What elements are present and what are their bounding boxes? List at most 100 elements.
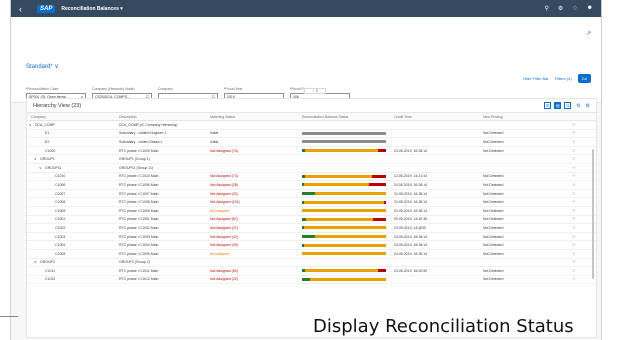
table-row[interactable]: C1008 RTC phase I C1008 Main Not Assigned …: [27, 198, 596, 207]
cell-cutoff-time: 24.05.2019, 14:@35: [394, 225, 426, 230]
cell-description: RTC phase I C1002 Main: [119, 225, 159, 230]
table-row[interactable]: C1002 RTC phase I C1002 Main Not Assigned …: [27, 224, 596, 233]
table-row[interactable]: C1005 RTC phase I C1005 Main All Assigned 2…: [27, 250, 596, 259]
hide-filter-bar-link[interactable]: Hide Filter Bar: [523, 76, 549, 81]
search-icon[interactable]: ⚲: [544, 5, 548, 12]
table-row[interactable]: C1009 RTC phase I C1009 Main All Assigned 2…: [27, 207, 596, 216]
list-view-icon[interactable]: ☷: [564, 102, 572, 109]
status-bar-segment: [377, 149, 386, 153]
cell-matching-status[interactable]: Not Assigned (47): [210, 226, 302, 230]
settings-icon[interactable]: ⚙: [586, 103, 590, 109]
cell-matching-status[interactable]: Not Assigned (50): [210, 269, 302, 273]
navigation-chevron-icon[interactable]: ›: [573, 148, 583, 154]
collapse-header-button[interactable]: ⌃ ⚲: [304, 88, 326, 94]
expand-icon[interactable]: ∨: [34, 157, 37, 161]
cell-matching-status[interactable]: Not Assigned (22): [210, 277, 302, 281]
variant-selector[interactable]: Standard* ∨: [26, 63, 59, 70]
back-icon[interactable]: ‹: [19, 4, 33, 14]
navigation-chevron-icon[interactable]: ›: [573, 268, 583, 274]
status-bar-segment: [302, 252, 386, 256]
navigation-chevron-icon[interactable]: ›: [573, 259, 583, 265]
cell-new-posting: Not Detected: [483, 251, 504, 256]
cell-company: C1005: [27, 250, 119, 258]
cell-matching-status[interactable]: Not Assigned (39): [210, 243, 302, 247]
navigation-chevron-icon[interactable]: ›: [573, 139, 583, 145]
cell-matching-status[interactable]: Not Assigned (87): [210, 217, 302, 221]
notification-icon[interactable]: ♢: [572, 5, 577, 12]
navigation-chevron-icon[interactable]: ›: [573, 173, 583, 179]
table-row[interactable]: C1012 RTC phase I C1012 Main Not Assigned …: [27, 276, 596, 285]
table-row[interactable]: E1 Subsidiary - United Kingdom 1 Initial No…: [27, 130, 596, 139]
table-row[interactable]: C1001 RTC phase I C1001 Main Not Assigned …: [27, 216, 596, 225]
settings-icon[interactable]: ⚙: [558, 5, 563, 12]
cell-description: RTC phase I C1005 Main: [119, 251, 159, 256]
cell-matching-status[interactable]: Not Assigned (73): [210, 174, 302, 178]
column-header-description[interactable]: Description: [119, 115, 210, 119]
table-row[interactable]: E2 Subsidiary - United States 1 Initial Not…: [27, 138, 596, 147]
table-row[interactable]: ∨ DCA_COMP DCA_COMP (IC Company Hierarchy)…: [27, 121, 596, 130]
column-header-company[interactable]: Company: [27, 113, 119, 120]
navigation-chevron-icon[interactable]: ›: [573, 216, 583, 222]
cell-description: RTC phase I C1001 Main: [119, 217, 159, 222]
table-row[interactable]: ∨ GROUP11 GROUP11 (Group 11) ›: [27, 164, 596, 173]
cell-description: RTC phase I C1004 Main: [119, 243, 159, 248]
navigation-chevron-icon[interactable]: ›: [573, 191, 583, 197]
cell-matching-status[interactable]: All Assigned: [210, 252, 302, 256]
navigation-chevron-icon[interactable]: ›: [573, 122, 583, 128]
cell-matching-status[interactable]: Not Assigned (101): [210, 200, 302, 204]
column-header-new-posting[interactable]: New Posting: [483, 115, 573, 119]
navigation-chevron-icon[interactable]: ›: [573, 242, 583, 248]
navigation-chevron-icon[interactable]: ›: [573, 208, 583, 214]
navigation-chevron-icon[interactable]: ›: [573, 130, 583, 136]
table-row[interactable]: C1007 RTC phase I C1007 Main Not Assigned …: [27, 190, 596, 199]
table-row[interactable]: C1011 RTC phase I C1011 Main Not Assigned …: [27, 267, 596, 276]
column-header-balance-status[interactable]: Reconciliation Balance Status: [302, 115, 394, 119]
navigation-chevron-icon[interactable]: ›: [573, 182, 583, 188]
column-header-cutoff-time[interactable]: Cutoff Time: [394, 115, 483, 119]
cell-balance-status: [302, 123, 394, 126]
expand-icon[interactable]: ∨: [34, 260, 37, 264]
share-icon[interactable]: ↗: [586, 30, 591, 37]
filter-label: Company: [158, 87, 173, 91]
tree-view-icon[interactable]: ☰: [544, 102, 552, 109]
filters-link[interactable]: Filters (4): [555, 76, 572, 81]
table-row[interactable]: ∨ GROUP2 GROUP2 (Group 2) ›: [27, 259, 596, 268]
status-bar-segment: [303, 226, 386, 230]
navigation-chevron-icon[interactable]: ›: [573, 276, 583, 282]
table-row[interactable]: C1004 RTC phase I C1004 Main Not Assigned …: [27, 241, 596, 250]
navigation-chevron-icon[interactable]: ›: [573, 225, 583, 231]
expand-icon[interactable]: ∨: [39, 166, 42, 170]
cell-matching-status[interactable]: Initial: [210, 140, 302, 144]
navigation-chevron-icon[interactable]: ›: [573, 199, 583, 205]
navigation-chevron-icon[interactable]: ›: [573, 251, 583, 257]
cell-matching-status[interactable]: Initial: [210, 131, 302, 135]
cell-matching-status[interactable]: All Assigned: [210, 209, 302, 213]
app-title[interactable]: Reconciliation Balances ▾: [61, 6, 122, 12]
status-bar-segment: [302, 277, 311, 281]
cell-matching-status[interactable]: Not Assigned (28): [210, 183, 302, 187]
cell-matching-status[interactable]: Not Assigned (33): [210, 192, 302, 196]
table-row[interactable]: C1003 RTC phase I C1003 Main Not Assigned …: [27, 233, 596, 242]
user-icon[interactable]: ☻: [587, 5, 593, 12]
navigation-chevron-icon[interactable]: ›: [573, 165, 583, 171]
hierarchy-view-icon[interactable]: ▤: [554, 102, 562, 109]
table-row[interactable]: C1006 RTC phase I C1006 Main Not Assigned …: [27, 181, 596, 190]
cell-balance-status: [302, 192, 394, 196]
annotation-line-bottom: [0, 316, 18, 317]
cell-matching-status[interactable]: Not Assigned (42): [210, 235, 302, 239]
cell-matching-status[interactable]: Not Assigned (74): [210, 149, 302, 153]
sort-icon[interactable]: ⇅: [576, 103, 580, 109]
navigation-chevron-icon[interactable]: ›: [573, 234, 583, 240]
cell-new-posting: Not Detected: [483, 182, 504, 187]
cell-balance-status: [302, 252, 394, 256]
cell-new-posting: Not Detected: [483, 174, 504, 179]
table-row[interactable]: ∨ GROUP1 GROUP1 (Group 1) ›: [27, 155, 596, 164]
navigation-chevron-icon[interactable]: ›: [573, 156, 583, 162]
vertical-scrollbar[interactable]: [592, 149, 594, 279]
go-button[interactable]: Go: [577, 74, 591, 83]
expand-icon[interactable]: ∨: [29, 123, 32, 127]
table-row[interactable]: C1010 RTC phase I C1010 Main Not Assigned …: [27, 173, 596, 182]
table-row[interactable]: C1000 RTC phase I C1000 Main Not Assigned …: [27, 147, 596, 156]
column-header-matching-status[interactable]: Matching Status: [210, 115, 302, 119]
company-name: C1008: [55, 200, 66, 205]
